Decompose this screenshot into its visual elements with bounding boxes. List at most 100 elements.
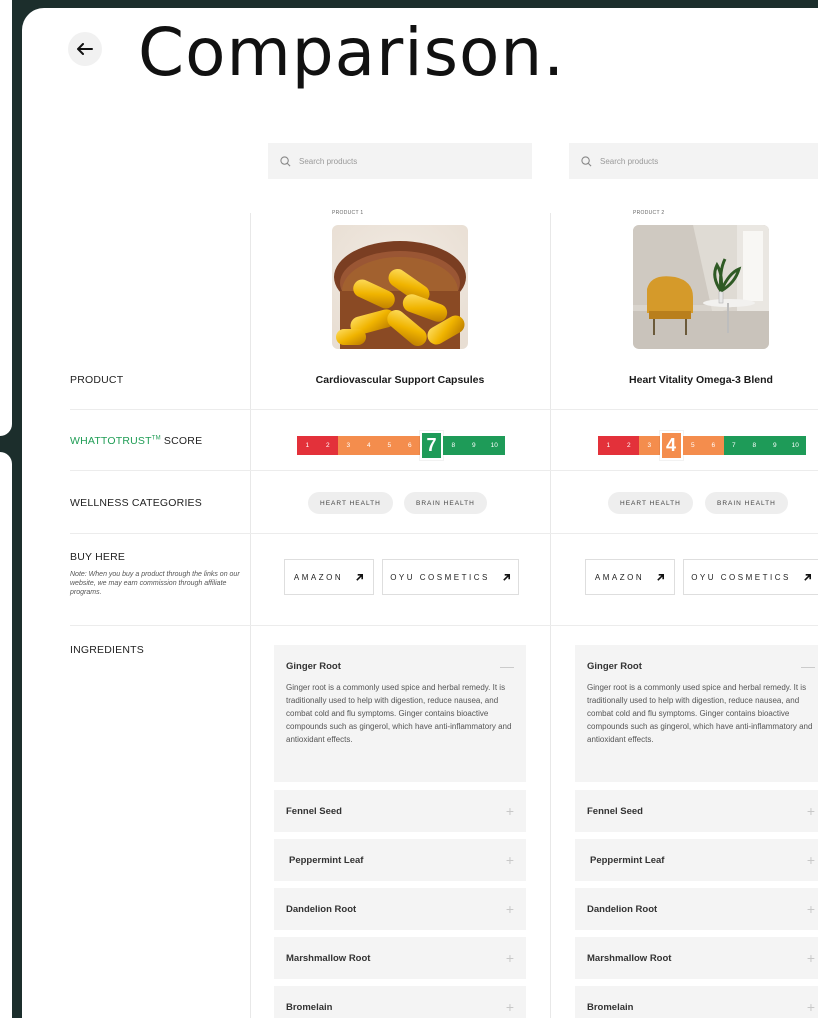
score-cell: 9	[764, 436, 785, 455]
row-divider	[70, 625, 818, 626]
ingredient-name: Dandelion Root	[286, 903, 357, 915]
row-label-buy: BUY HERE	[70, 551, 126, 563]
ingredient-name: Fennel Seed	[587, 805, 643, 817]
plus-icon[interactable]: +	[506, 803, 514, 819]
interior-photo-icon	[633, 225, 769, 349]
score-cell: 2	[317, 436, 338, 455]
ingredient-accordion[interactable]: Peppermint Leaf +	[274, 839, 526, 881]
search-input[interactable]	[600, 156, 800, 166]
plus-icon[interactable]: +	[807, 999, 815, 1015]
score-cell: 9	[463, 436, 484, 455]
comparison-panel: Comparison. PRODUCT 1 PRODUCT 2	[22, 8, 818, 1018]
buy-label: OYU COSMETICS	[390, 572, 490, 582]
product-label: PRODUCT 2	[633, 210, 665, 216]
arrow-up-right-icon	[503, 573, 510, 581]
ingredient-accordion[interactable]: Fennel Seed +	[575, 790, 818, 832]
category-pill[interactable]: BRAIN HEALTH	[705, 492, 788, 514]
buy-oyu-cosmetics-button[interactable]: OYU COSMETICS	[382, 559, 519, 595]
product-name: Heart Vitality Omega-3 Blend	[629, 374, 773, 386]
row-label-wellness: WELLNESS CATEGORIES	[70, 497, 202, 509]
ingredient-name: Bromelain	[286, 1001, 333, 1013]
ingredient-accordion[interactable]: Peppermint Leaf +	[575, 839, 818, 881]
score-scale-product-2: 1 2 3 4 5 6 7 8 9 10	[598, 431, 806, 460]
search-bar-product-2[interactable]	[569, 143, 818, 179]
ingredient-accordion[interactable]: Ginger Root — Ginger root is a commonly u…	[575, 645, 818, 782]
arrow-left-icon	[77, 43, 93, 55]
score-cell: 8	[443, 436, 464, 455]
ingredient-accordion[interactable]: Fennel Seed +	[274, 790, 526, 832]
buy-amazon-button[interactable]: AMAZON	[585, 559, 675, 595]
score-cell: 10	[785, 436, 806, 455]
search-bar-product-1[interactable]	[268, 143, 532, 179]
score-cell: 2	[618, 436, 639, 455]
ingredient-accordion[interactable]: Bromelain +	[575, 986, 818, 1018]
buy-label: AMAZON	[293, 572, 344, 582]
buy-oyu-cosmetics-button[interactable]: OYU COSMETICS	[683, 559, 818, 595]
search-icon	[280, 155, 291, 166]
ingredient-name: Ginger Root	[286, 660, 341, 672]
ingredient-description: Ginger root is a commonly used spice and…	[286, 683, 512, 744]
row-divider	[70, 409, 818, 410]
row-label-score: WHATTOTRUSTTM SCORE	[70, 435, 202, 447]
ingredient-name: Marshmallow Root	[587, 952, 672, 964]
ingredient-name: Marshmallow Root	[286, 952, 371, 964]
minus-icon[interactable]: —	[801, 658, 815, 674]
row-label-product: PRODUCT	[70, 374, 124, 386]
brand-name: WHATTOTRUST	[70, 435, 152, 447]
ingredient-name: Ginger Root	[587, 660, 642, 672]
ingredient-accordion[interactable]: Marshmallow Root +	[575, 937, 818, 979]
product-label: PRODUCT 1	[332, 210, 364, 216]
score-cell: 7	[420, 431, 443, 460]
score-cell: 8	[744, 436, 765, 455]
plus-icon[interactable]: +	[807, 950, 815, 966]
category-pill[interactable]: HEART HEALTH	[308, 492, 393, 514]
row-divider	[70, 533, 818, 534]
column-divider	[250, 213, 251, 1018]
arrow-up-right-icon	[657, 573, 665, 581]
score-cell: 10	[484, 436, 505, 455]
score-cell: 7	[723, 436, 744, 455]
plus-icon[interactable]: +	[506, 999, 514, 1015]
ingredient-name: Peppermint Leaf	[289, 854, 364, 866]
category-pill[interactable]: BRAIN HEALTH	[404, 492, 487, 514]
score-cell: 4	[358, 436, 379, 455]
ingredient-name: Peppermint Leaf	[590, 854, 665, 866]
search-icon	[581, 155, 592, 166]
score-cell: 1	[598, 436, 619, 455]
score-cell: 3	[338, 436, 359, 455]
ingredient-name: Bromelain	[587, 1001, 634, 1013]
row-label-ingredients: INGREDIENTS	[70, 644, 144, 656]
score-cell: 3	[639, 436, 660, 455]
score-cell: 5	[379, 436, 400, 455]
minus-icon[interactable]: —	[500, 658, 514, 674]
product-name: Cardiovascular Support Capsules	[315, 374, 485, 386]
buy-label: OYU COSMETICS	[691, 572, 791, 582]
search-input[interactable]	[299, 156, 499, 166]
back-button[interactable]	[68, 32, 102, 66]
column-divider	[550, 213, 551, 1018]
ingredient-accordion[interactable]: Dandelion Root +	[575, 888, 818, 930]
plus-icon[interactable]: +	[506, 852, 514, 868]
ingredient-name: Dandelion Root	[587, 903, 658, 915]
category-pill[interactable]: HEART HEALTH	[608, 492, 693, 514]
ingredient-accordion[interactable]: Ginger Root — Ginger root is a commonly u…	[274, 645, 526, 782]
buy-label: AMAZON	[594, 572, 645, 582]
buy-amazon-button[interactable]: AMAZON	[284, 559, 374, 595]
page-title: Comparison.	[138, 14, 566, 91]
trademark: TM	[151, 435, 161, 442]
plus-icon[interactable]: +	[506, 950, 514, 966]
capsules-photo-icon	[332, 225, 468, 349]
affiliate-note: Note: When you buy a product through the…	[70, 571, 240, 596]
ingredient-name: Fennel Seed	[286, 805, 342, 817]
plus-icon[interactable]: +	[807, 901, 815, 917]
ingredient-accordion[interactable]: Bromelain +	[274, 986, 526, 1018]
background-panel-fragment	[0, 0, 12, 436]
ingredient-accordion[interactable]: Marshmallow Root +	[274, 937, 526, 979]
ingredient-accordion[interactable]: Dandelion Root +	[274, 888, 526, 930]
plus-icon[interactable]: +	[807, 852, 815, 868]
score-cell: 4	[659, 431, 683, 460]
plus-icon[interactable]: +	[506, 901, 514, 917]
score-scale-product-1: 1 2 3 4 5 6 7 8 9 10	[297, 431, 505, 460]
plus-icon[interactable]: +	[807, 803, 815, 819]
score-cell: 5	[682, 436, 703, 455]
